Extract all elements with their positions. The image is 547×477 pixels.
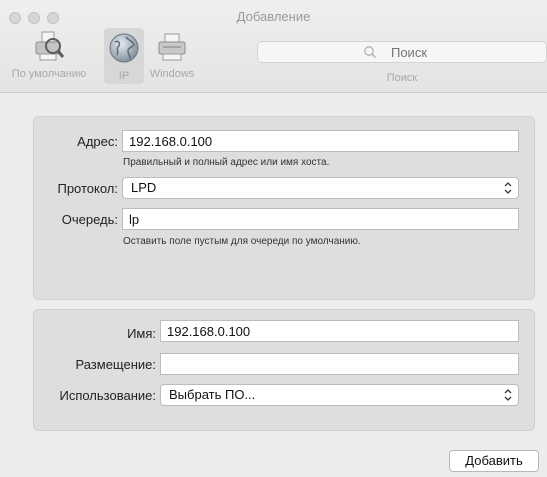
use-label: Использование: [59,388,156,403]
globe-icon [109,33,139,63]
toolbar-default-label: По умолчанию [11,68,87,80]
windows-printer-icon [158,33,186,61]
name-field[interactable] [160,320,519,342]
search-field [257,41,547,63]
toolbar-default-button[interactable]: По умолчанию [0,30,98,80]
protocol-popup[interactable]: LPD [122,177,519,199]
toolbar-windows-button[interactable]: Windows [146,30,198,80]
location-field[interactable] [160,353,519,375]
protocol-label: Протокол: [57,181,118,196]
toolbar-windows-label: Windows [149,68,195,80]
window-title: Добавление [236,9,311,24]
default-printer-icon [35,31,65,61]
queue-field[interactable] [122,208,519,230]
add-button[interactable]: Добавить [449,450,539,472]
address-hint: Правильный и полный адрес или имя хоста. [123,157,330,168]
queue-label: Очередь: [61,212,118,227]
up-down-chevron-icon [504,182,512,194]
use-driver-value: Выбрать ПО... [169,387,256,402]
toolbar-ip-button[interactable]: IP [104,28,144,84]
protocol-value: LPD [131,180,157,195]
search-icon [364,46,376,58]
location-label: Размещение: [75,357,156,372]
address-field[interactable] [122,130,519,152]
use-driver-popup[interactable]: Выбрать ПО... [160,384,519,406]
name-label: Имя: [127,326,156,341]
toolbar-ip-label: IP [118,70,130,82]
search-input[interactable] [257,41,547,63]
up-down-chevron-icon [504,389,512,401]
search-label: Поиск [386,72,418,84]
address-label: Адрес: [77,134,118,149]
queue-hint: Оставить поле пустым для очереди по умол… [123,236,361,247]
